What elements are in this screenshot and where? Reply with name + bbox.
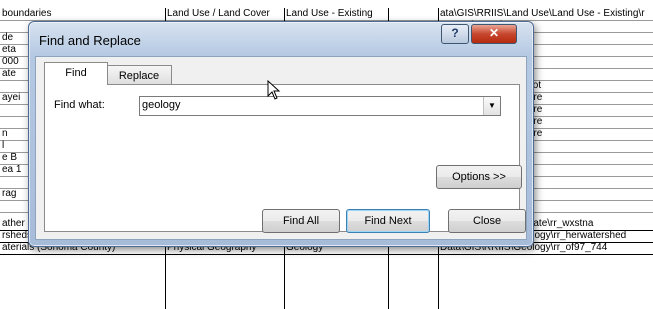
- grid-line: [0, 254, 653, 255]
- mouse-cursor-icon: [267, 80, 281, 100]
- sheet-cell[interactable]: Land Use - Existing: [286, 8, 387, 20]
- find-all-button[interactable]: Find All: [262, 209, 340, 233]
- dialog-title: Find and Replace: [39, 33, 141, 48]
- dialog-titlebar[interactable]: Find and Replace ? ✕: [29, 22, 533, 56]
- tab-replace[interactable]: Replace: [106, 65, 172, 86]
- find-next-button[interactable]: Find Next: [346, 209, 430, 233]
- find-replace-dialog: Find and Replace ? ✕ Find Replace Find w…: [28, 21, 534, 247]
- tab-find-label: Find: [65, 67, 87, 79]
- chevron-down-icon[interactable]: ▼: [483, 97, 500, 115]
- find-what-input[interactable]: geology ▼: [139, 96, 501, 116]
- sheet-cell[interactable]: boundaries: [2, 8, 164, 20]
- sheet-cell[interactable]: Land Use / Land Cover: [167, 8, 283, 20]
- dialog-body: Find Replace Find what: geology ▼ Option…: [35, 56, 527, 240]
- close-icon[interactable]: ✕: [471, 24, 517, 44]
- find-what-label: Find what:: [54, 99, 105, 111]
- tab-find[interactable]: Find: [44, 62, 108, 85]
- options-button[interactable]: Options >>: [436, 165, 522, 189]
- tab-replace-label: Replace: [118, 70, 160, 82]
- sheet-cell[interactable]: ata\GIS\RRIIS\Land Use\Land Use - Existi…: [440, 8, 652, 20]
- find-what-value: geology: [142, 99, 181, 111]
- help-button[interactable]: ?: [441, 24, 469, 44]
- close-button[interactable]: Close: [448, 209, 526, 233]
